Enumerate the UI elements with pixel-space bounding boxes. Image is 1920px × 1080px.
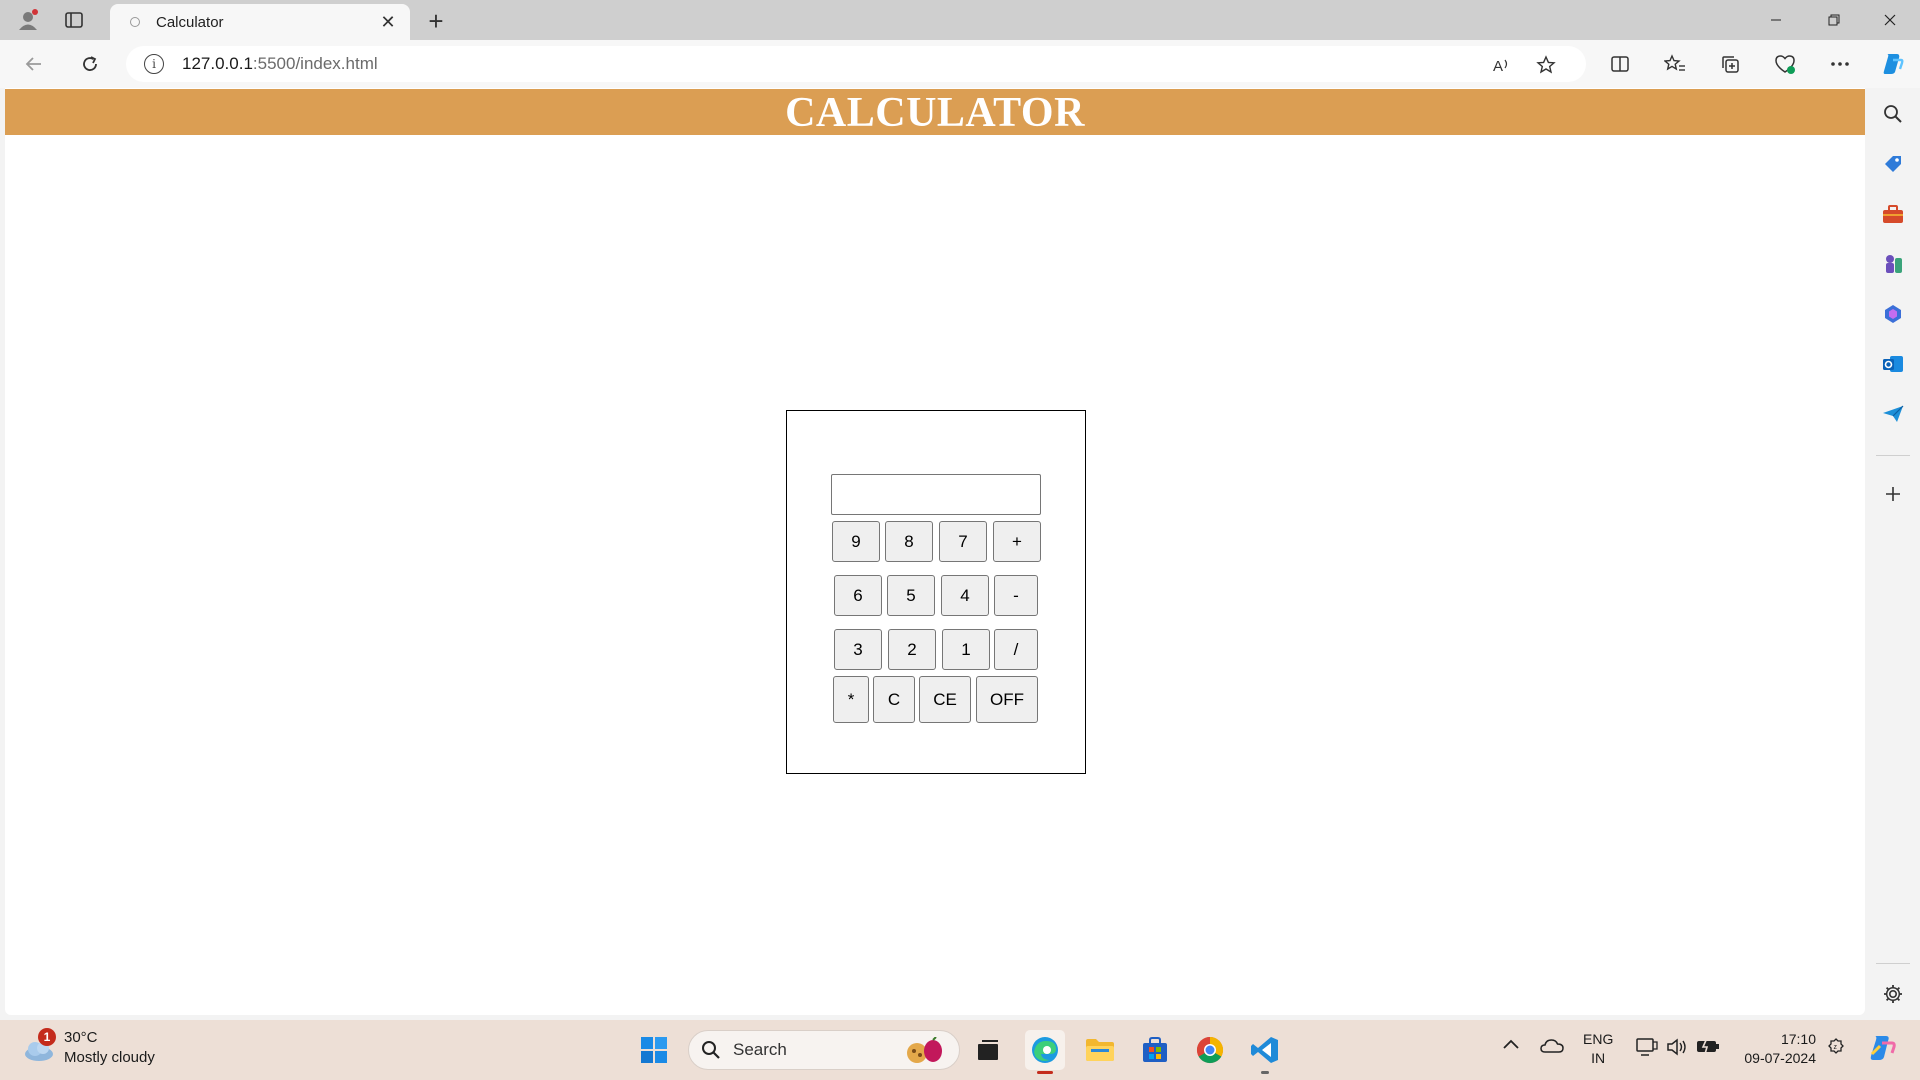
focus-assist-icon[interactable]: z	[1826, 1037, 1846, 1057]
input-language-indicator[interactable]: ENG IN	[1583, 1030, 1613, 1068]
key-2[interactable]: 2	[888, 629, 936, 670]
page-viewport: CALCULATOR 9 8 7 + 6 5 4 - 3 2 1 / * C C…	[5, 88, 1865, 1015]
onedrive-cloud-icon[interactable]	[1540, 1038, 1564, 1054]
sidebar-divider-bottom	[1876, 963, 1910, 964]
clock-date: 09-07-2024	[1744, 1050, 1816, 1066]
url-path: :5500/index.html	[252, 54, 378, 73]
minimize-button[interactable]	[1756, 4, 1796, 36]
url-host: 127.0.0.1	[182, 54, 253, 73]
games-chess-icon[interactable]	[1881, 252, 1905, 276]
edge-sidebar	[1866, 88, 1920, 1015]
weather-temperature: 30°C	[64, 1029, 98, 1046]
site-info-icon[interactable]: i	[144, 54, 164, 74]
key-minus[interactable]: -	[994, 575, 1038, 616]
add-sidebar-app-icon[interactable]	[1881, 482, 1905, 506]
key-off[interactable]: OFF	[976, 676, 1038, 723]
microsoft-365-icon[interactable]	[1881, 302, 1905, 326]
taskbar-search-box[interactable]: Search	[688, 1030, 960, 1070]
search-icon[interactable]	[1881, 102, 1905, 126]
svg-text:A: A	[1493, 58, 1503, 75]
favorites-icon[interactable]	[1661, 50, 1689, 78]
page-title: CALCULATOR	[785, 90, 1085, 136]
favorite-star-icon[interactable]	[1534, 53, 1558, 77]
collections-icon[interactable]	[1716, 50, 1744, 78]
sidebar-settings-gear-icon[interactable]	[1881, 982, 1905, 1006]
refresh-button[interactable]	[76, 50, 104, 78]
restore-button[interactable]	[1814, 4, 1854, 36]
key-divide[interactable]: /	[994, 629, 1038, 670]
browser-essentials-icon[interactable]	[1771, 50, 1799, 78]
weather-alert-badge: 1	[38, 1028, 56, 1046]
page-header: CALCULATOR	[5, 89, 1865, 136]
show-hidden-icons-chevron-icon[interactable]	[1502, 1038, 1520, 1050]
region-code: IN	[1591, 1050, 1606, 1066]
new-tab-button[interactable]: +	[422, 6, 450, 37]
calculator-panel: 9 8 7 + 6 5 4 - 3 2 1 / * C CE OFF	[786, 410, 1086, 774]
windows-taskbar: 1 30°C Mostly cloudy Search ENG IN 17:10…	[0, 1020, 1920, 1080]
browser-toolbar: i 127.0.0.1:5500/index.html A	[0, 40, 1920, 88]
calculator-display[interactable]	[831, 474, 1041, 515]
key-7[interactable]: 7	[939, 521, 987, 562]
microsoft-store-icon[interactable]	[1135, 1030, 1175, 1070]
search-icon	[702, 1041, 720, 1059]
search-highlight-icon	[907, 1037, 942, 1063]
file-explorer-icon[interactable]	[1080, 1030, 1120, 1070]
read-aloud-icon[interactable]: A	[1490, 53, 1514, 77]
copilot-icon[interactable]	[1878, 50, 1906, 78]
tab-strip: Calculator ✕ +	[0, 0, 1920, 40]
start-windows-icon[interactable]	[634, 1030, 674, 1070]
clock-time: 17:10	[1780, 1031, 1816, 1047]
key-9[interactable]: 9	[832, 521, 880, 562]
tab-calculator[interactable]: Calculator ✕	[110, 4, 410, 40]
more-options-icon[interactable]	[1826, 50, 1854, 78]
key-plus[interactable]: +	[993, 521, 1041, 562]
key-8[interactable]: 8	[885, 521, 933, 562]
key-3[interactable]: 3	[834, 629, 882, 670]
network-display-icon[interactable]	[1636, 1037, 1658, 1057]
back-button[interactable]	[20, 50, 48, 78]
system-clock[interactable]: 17:10 09-07-2024	[1732, 1030, 1816, 1068]
profile-icon[interactable]	[16, 8, 40, 32]
chrome-icon[interactable]	[1190, 1030, 1230, 1070]
key-clear-entry[interactable]: CE	[919, 676, 971, 723]
key-clear[interactable]: C	[873, 676, 915, 723]
sidebar-divider	[1876, 455, 1910, 456]
key-multiply[interactable]: *	[833, 676, 869, 723]
split-screen-icon[interactable]	[1606, 50, 1634, 78]
key-4[interactable]: 4	[941, 575, 989, 616]
weather-description: Mostly cloudy	[64, 1049, 155, 1066]
tools-briefcase-icon[interactable]	[1881, 202, 1905, 226]
close-window-button[interactable]	[1870, 4, 1910, 36]
edge-browser-icon[interactable]	[1025, 1030, 1065, 1074]
tab-title: Calculator	[156, 13, 224, 31]
language-code: ENG	[1583, 1031, 1614, 1047]
battery-charging-icon[interactable]	[1696, 1037, 1720, 1055]
search-label: Search	[733, 1040, 787, 1059]
vertical-tabs-icon[interactable]	[62, 8, 86, 32]
copilot-preview-icon[interactable]	[1866, 1032, 1898, 1064]
svg-text:z: z	[1834, 1044, 1838, 1051]
shopping-tag-icon[interactable]	[1881, 152, 1905, 176]
address-bar[interactable]: i 127.0.0.1:5500/index.html A	[126, 46, 1586, 82]
key-1[interactable]: 1	[942, 629, 990, 670]
task-view-icon[interactable]	[968, 1030, 1008, 1070]
vscode-icon[interactable]	[1245, 1030, 1285, 1074]
send-paper-plane-icon[interactable]	[1881, 402, 1905, 426]
close-tab-icon[interactable]: ✕	[378, 12, 398, 33]
outlook-icon[interactable]	[1881, 352, 1905, 376]
volume-speaker-icon[interactable]	[1666, 1037, 1688, 1057]
key-6[interactable]: 6	[834, 575, 882, 616]
key-5[interactable]: 5	[887, 575, 935, 616]
page-favicon-icon	[130, 17, 140, 27]
